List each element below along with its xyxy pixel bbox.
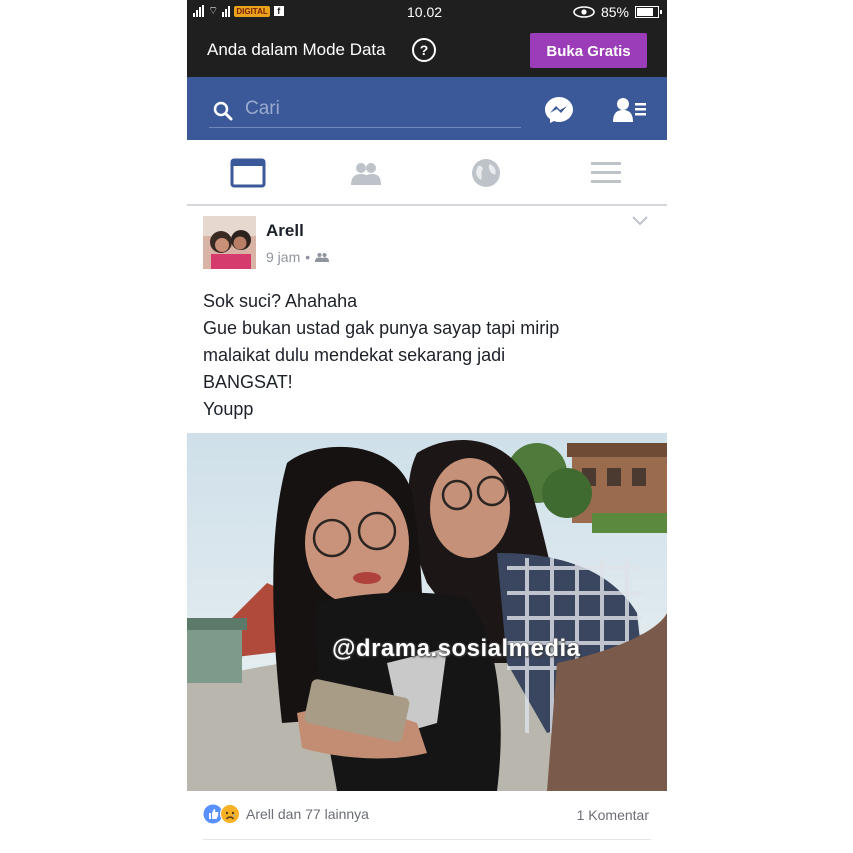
post-meta: 9 jam •	[266, 249, 330, 265]
reactions-summary[interactable]: Arell dan 77 lainnya	[203, 804, 369, 824]
signal-icon	[193, 5, 204, 17]
tab-friends[interactable]	[346, 158, 386, 188]
tab-bar	[187, 140, 667, 206]
avatar[interactable]	[203, 216, 256, 269]
search-icon	[213, 101, 233, 121]
status-bar: ⌔ DIGITAL f 10.02 85%	[187, 0, 667, 24]
post-text-line: malaikat dulu mendekat sekarang jadi	[203, 345, 506, 365]
post-card: Arell 9 jam • Sok suci? Ahahaha Gue buka…	[187, 206, 667, 853]
post-photo[interactable]: @drama.sosialmedia	[187, 433, 667, 791]
status-time: 10.02	[407, 4, 443, 20]
friends-audience-icon	[315, 253, 330, 262]
reactions-text: Arell dan 77 lainnya	[246, 806, 369, 822]
data-mode-bar: Anda dalam Mode Data ? Buka Gratis	[187, 24, 667, 77]
signal-icon-2	[222, 5, 231, 17]
help-icon[interactable]: ?	[412, 38, 436, 62]
post-text-line: Gue bukan ustad gak punya sayap tapi mir…	[203, 318, 560, 338]
tab-notifications-globe[interactable]	[466, 158, 506, 188]
watermark-text: @drama.sosialmedia	[332, 635, 581, 662]
eye-icon	[573, 6, 595, 18]
post-text-line: Sok suci? Ahahaha	[203, 291, 358, 311]
search-bar: Cari	[187, 77, 667, 140]
post-text-line: BANGSAT!	[203, 372, 293, 392]
tab-menu[interactable]	[586, 158, 626, 188]
post-text: Sok suci? Ahahaha Gue bukan ustad gak pu…	[203, 288, 653, 423]
comments-count[interactable]: 1 Komentar	[577, 807, 649, 823]
battery-percent: 85%	[600, 4, 629, 20]
wifi-icon: ⌔	[208, 5, 219, 17]
phone-screen: ⌔ DIGITAL f 10.02 85% Anda dalam Mode Da…	[187, 0, 667, 853]
status-right: 85%	[573, 4, 662, 20]
messenger-icon[interactable]	[544, 96, 574, 124]
search-placeholder: Cari	[245, 98, 280, 119]
open-free-button[interactable]: Buka Gratis	[530, 33, 647, 68]
sad-reaction-icon	[220, 804, 240, 824]
status-left-icons: ⌔ DIGITAL f	[193, 4, 284, 18]
data-mode-message: Anda dalam Mode Data	[207, 40, 386, 59]
post-text-line: Youpp	[203, 399, 254, 419]
facebook-notification-icon: f	[273, 6, 284, 16]
chevron-down-icon[interactable]	[632, 216, 648, 226]
divider	[203, 839, 651, 840]
battery-icon	[635, 6, 662, 18]
friend-requests-icon[interactable]	[613, 97, 647, 123]
meta-separator: •	[305, 249, 311, 265]
carrier-badge: DIGITAL	[234, 5, 270, 17]
post-time[interactable]: 9 jam	[266, 249, 300, 265]
tab-news-feed[interactable]	[228, 158, 268, 188]
post-author[interactable]: Arell	[266, 221, 304, 241]
search-input[interactable]: Cari	[209, 93, 521, 128]
